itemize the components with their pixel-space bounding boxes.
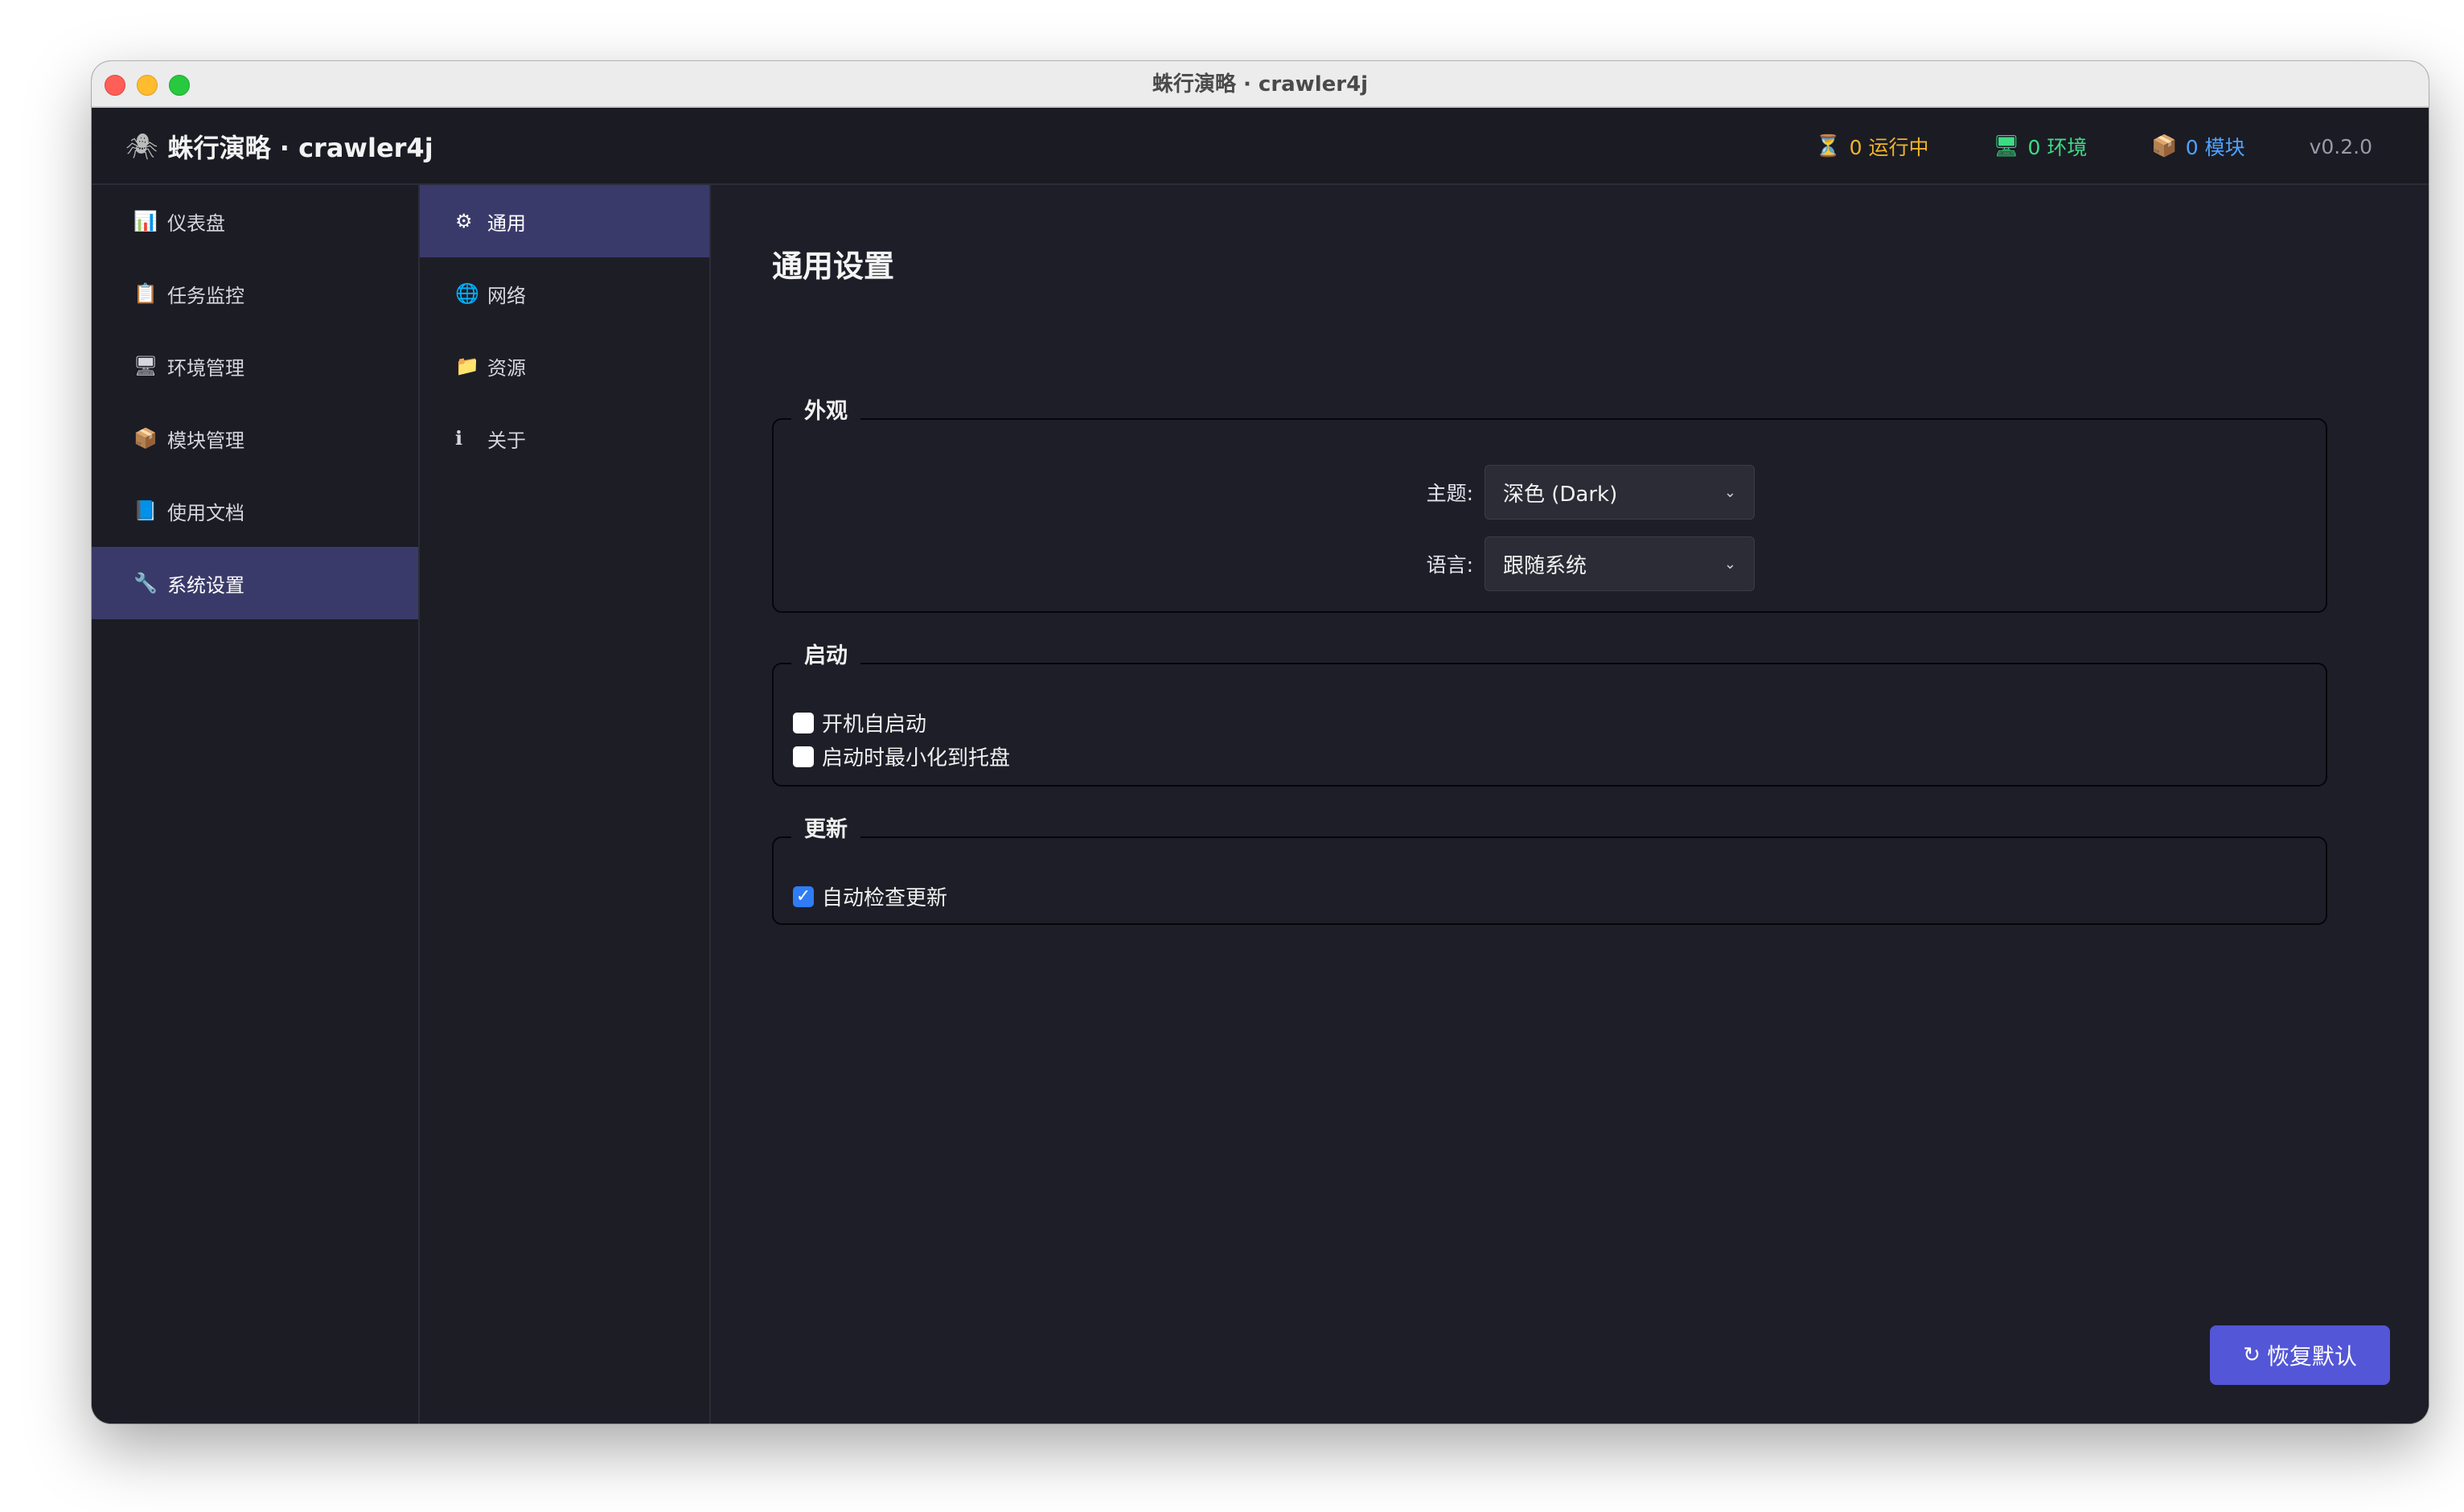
subnav-item-label: 资源 xyxy=(487,356,526,380)
auto-check-updates-checkbox[interactable]: ✓ 自动检查更新 xyxy=(793,881,947,911)
wrench-icon: 🔧 xyxy=(133,572,158,594)
reset-defaults-button[interactable]: ↻ 恢复默认 xyxy=(2210,1325,2390,1385)
sidebar-item-label: 任务监控 xyxy=(167,284,244,307)
monitor-icon: 🖥 xyxy=(133,355,158,377)
gear-icon: ⚙ xyxy=(455,210,473,232)
subnav-item-label: 关于 xyxy=(487,429,526,452)
appearance-group: 外观 主题: 深色 (Dark) ⌄ 语言: 跟随系统 ⌄ xyxy=(772,396,2327,613)
checkbox-box[interactable] xyxy=(793,746,814,767)
chart-icon: 📊 xyxy=(133,210,158,232)
app-header: 🕷 蛛行演略 · crawler4j ⏳ 0 运行中 🖥 0 环境 📦 0 模块… xyxy=(92,108,2429,185)
sidebar-item-label: 仪表盘 xyxy=(167,212,225,235)
subnav-item-resources[interactable]: 📁 资源 xyxy=(420,330,709,402)
monitor-icon: 🖥 xyxy=(1993,134,2020,158)
appearance-legend: 外观 xyxy=(791,396,860,428)
launch-at-login-label: 开机自启动 xyxy=(822,713,927,737)
update-group: 更新 ✓ 自动检查更新 xyxy=(772,814,2327,925)
launch-at-login-checkbox[interactable]: 开机自启动 xyxy=(793,708,926,738)
startup-group: 启动 开机自启动 启动时最小化到托盘 xyxy=(772,640,2327,787)
subnav-item-network[interactable]: 🌐 网络 xyxy=(420,257,709,330)
checkbox-box[interactable] xyxy=(793,712,814,733)
language-row: 语言: 跟随系统 ⌄ xyxy=(1385,536,1755,591)
globe-icon: 🌐 xyxy=(455,282,479,305)
chevron-down-icon: ⌄ xyxy=(1723,555,1736,573)
auto-check-updates-label: 自动检查更新 xyxy=(822,886,948,910)
subnav-item-general[interactable]: ⚙ 通用 xyxy=(420,185,709,257)
minimize-to-tray-label: 启动时最小化到托盘 xyxy=(822,746,1011,770)
sidebar-item-settings[interactable]: 🔧 系统设置 xyxy=(92,547,418,619)
reset-icon: ↻ xyxy=(2243,1343,2261,1367)
info-icon: ℹ xyxy=(455,427,463,450)
running-count[interactable]: ⏳ 0 运行中 xyxy=(1815,132,1928,161)
checkbox-box[interactable]: ✓ xyxy=(793,885,814,907)
chevron-down-icon: ⌄ xyxy=(1723,483,1736,501)
theme-select[interactable]: 深色 (Dark) ⌄ xyxy=(1485,465,1755,520)
environment-count-label: 0 环境 xyxy=(2027,136,2088,159)
hourglass-icon: ⏳ xyxy=(1815,134,1842,158)
sidebar-item-label: 系统设置 xyxy=(167,573,244,597)
theme-label: 主题: xyxy=(1426,482,1473,505)
running-count-label: 0 运行中 xyxy=(1849,136,1929,159)
subnav-item-about[interactable]: ℹ 关于 xyxy=(420,402,709,475)
sidebar-item-label: 环境管理 xyxy=(167,356,244,380)
theme-row: 主题: 深色 (Dark) ⌄ xyxy=(1385,465,1755,520)
language-value: 跟随系统 xyxy=(1503,553,1587,578)
module-count[interactable]: 📦 0 模块 xyxy=(2151,132,2244,161)
sidebar-item-docs[interactable]: 📘 使用文档 xyxy=(92,475,418,547)
sidebar-item-dashboard[interactable]: 📊 仪表盘 xyxy=(92,185,418,257)
sidebar: 📊 仪表盘 📋 任务监控 🖥 环境管理 📦 模块管理 📘 使用文档 🔧 系统设置 xyxy=(92,185,420,1424)
sidebar-item-label: 使用文档 xyxy=(167,501,244,524)
status-stats: ⏳ 0 运行中 🖥 0 环境 📦 0 模块 v0.2.0 xyxy=(1751,108,2372,185)
language-label: 语言: xyxy=(1426,553,1473,577)
app-window: 蛛行演略 · crawler4j 🕷 蛛行演略 · crawler4j ⏳ 0 … xyxy=(92,61,2429,1424)
version-label: v0.2.0 xyxy=(2309,134,2372,158)
sidebar-item-label: 模块管理 xyxy=(167,429,244,452)
sidebar-item-modules[interactable]: 📦 模块管理 xyxy=(92,402,418,475)
settings-main: 通用设置 外观 主题: 深色 (Dark) ⌄ 语言: 跟随系统 ⌄ 启动 开机… xyxy=(713,185,2429,1424)
environment-count[interactable]: 🖥 0 环境 xyxy=(1993,132,2087,161)
language-select[interactable]: 跟随系统 ⌄ xyxy=(1485,536,1755,591)
package-icon: 📦 xyxy=(133,427,158,450)
window-title: 蛛行演略 · crawler4j xyxy=(1152,72,1369,97)
page-title: 通用设置 xyxy=(772,249,895,284)
book-icon: 📘 xyxy=(133,499,158,522)
brand-name: 蛛行演略 · crawler4j xyxy=(167,133,433,163)
folder-icon: 📁 xyxy=(455,355,479,377)
sidebar-item-environments[interactable]: 🖥 环境管理 xyxy=(92,330,418,402)
sidebar-item-task-monitor[interactable]: 📋 任务监控 xyxy=(92,257,418,330)
settings-subnav: ⚙ 通用 🌐 网络 📁 资源 ℹ 关于 xyxy=(420,185,711,1424)
package-icon: 📦 xyxy=(2151,134,2178,158)
subnav-item-label: 网络 xyxy=(487,284,526,307)
title-bar: 蛛行演略 · crawler4j xyxy=(92,61,2429,108)
update-legend: 更新 xyxy=(791,814,860,846)
module-count-label: 0 模块 xyxy=(2185,136,2245,159)
minimize-to-tray-checkbox[interactable]: 启动时最小化到托盘 xyxy=(793,742,1010,771)
clipboard-icon: 📋 xyxy=(133,282,158,305)
subnav-item-label: 通用 xyxy=(487,212,526,235)
startup-legend: 启动 xyxy=(791,640,860,672)
reset-defaults-label: 恢复默认 xyxy=(2266,1343,2357,1370)
theme-value: 深色 (Dark) xyxy=(1503,482,1618,507)
brand: 🕷 蛛行演略 · crawler4j xyxy=(125,108,433,185)
spider-icon: 🕷 xyxy=(125,131,158,162)
